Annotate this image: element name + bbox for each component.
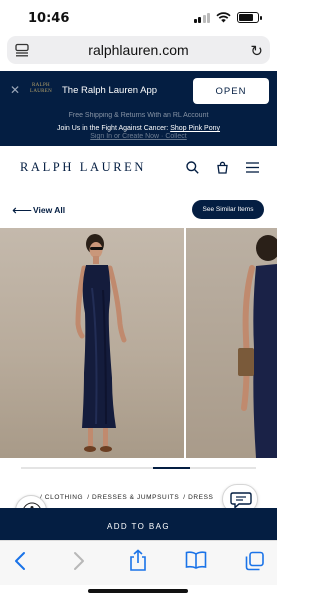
status-bar: 10:46 xyxy=(0,0,277,34)
battery-icon xyxy=(237,12,262,23)
product-image-next[interactable] xyxy=(186,228,277,458)
model-illustration xyxy=(75,234,127,452)
breadcrumb-item[interactable]: / DRESS xyxy=(183,494,213,501)
promo-text: Join Us in the Fight Against Cancer: xyxy=(56,125,169,132)
brand-wordmark[interactable]: RALPH LAUREN xyxy=(20,160,146,175)
add-to-bag-button[interactable]: ADD TO BAG xyxy=(0,508,277,540)
gallery-progress xyxy=(21,467,256,469)
bag-icon[interactable] xyxy=(216,161,229,174)
home-indicator xyxy=(88,589,188,593)
status-time: 10:46 xyxy=(28,11,70,26)
app-banner: ✕ RALPH LAUREN The Ralph Lauren App OPEN xyxy=(0,71,277,112)
promo-line-cancer: Join Us in the Fight Against Cancer: Sho… xyxy=(0,124,277,133)
wifi-icon xyxy=(216,12,231,23)
forward-icon[interactable] xyxy=(72,551,86,571)
status-icons xyxy=(193,12,262,23)
shop-pink-pony-link[interactable]: Shop Pink Pony xyxy=(170,125,220,132)
app-logo: RALPH LAUREN xyxy=(30,83,53,94)
promo-banner: Free Shipping & Returns With an RL Accou… xyxy=(0,112,277,146)
back-icon[interactable] xyxy=(13,551,27,571)
hamburger-icon[interactable] xyxy=(246,162,259,173)
breadcrumb-item[interactable]: / DRESSES & JUMPSUITS xyxy=(87,494,179,501)
chat-icon xyxy=(230,492,252,509)
product-nav-row: ⟵ View All See Similar Items xyxy=(0,196,277,224)
arrow-left-icon[interactable]: ⟵ xyxy=(12,202,32,219)
promo-line-shipping[interactable]: Free Shipping & Returns With an RL Accou… xyxy=(0,112,277,119)
product-image-main[interactable] xyxy=(0,228,184,458)
model-illustration-partial xyxy=(238,235,277,458)
product-gallery[interactable] xyxy=(0,228,277,458)
bookmarks-icon[interactable] xyxy=(185,551,207,569)
share-icon[interactable] xyxy=(129,549,147,572)
url-text[interactable]: ralphlauren.com xyxy=(7,42,270,58)
header-icons xyxy=(186,161,259,174)
browser-toolbar xyxy=(0,540,277,585)
close-icon[interactable]: ✕ xyxy=(10,83,20,97)
reload-icon[interactable]: ↻ xyxy=(250,42,263,60)
promo-line-signin[interactable]: Sign In or Create Now · Collect xyxy=(0,133,277,141)
site-header: RALPH LAUREN xyxy=(0,146,277,190)
breadcrumb-item[interactable]: / CLOTHING xyxy=(40,494,83,501)
app-banner-title: The Ralph Lauren App xyxy=(62,85,158,96)
address-bar[interactable]: ralphlauren.com ↻ xyxy=(7,36,270,64)
open-app-button[interactable]: OPEN xyxy=(193,78,269,104)
gallery-progress-fill xyxy=(152,467,191,469)
signal-icon xyxy=(193,12,210,23)
see-similar-items-button[interactable]: See Similar Items xyxy=(192,200,264,219)
tabs-icon[interactable] xyxy=(245,551,265,571)
view-all-link[interactable]: View All xyxy=(33,205,65,215)
search-icon[interactable] xyxy=(186,161,199,174)
